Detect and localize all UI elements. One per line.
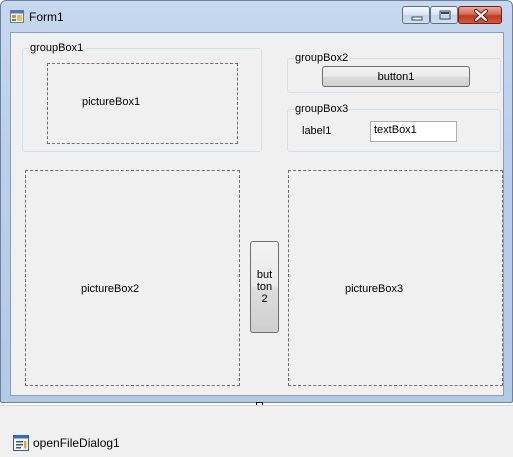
- picturebox-2-label: pictureBox2: [81, 283, 140, 295]
- form-client-area: groupBox1 pictureBox1 groupBox2 button1 …: [10, 32, 504, 396]
- picturebox-2[interactable]: pictureBox2: [25, 170, 240, 386]
- groupbox-3-caption: groupBox3: [294, 102, 350, 116]
- window-title: Form1: [29, 10, 64, 24]
- designer-surface: Form1 groupBox1 pictureBox1 groupBox2 bu…: [0, 0, 513, 457]
- groupbox-2-caption: groupBox2: [294, 51, 350, 65]
- picturebox-1[interactable]: pictureBox1: [47, 63, 238, 144]
- label-1: label1: [302, 125, 332, 137]
- form-window[interactable]: Form1 groupBox1 pictureBox1 groupBox2 bu…: [0, 0, 513, 403]
- tray-component-label: openFileDialog1: [33, 436, 120, 450]
- minimize-button[interactable]: [402, 6, 430, 24]
- maximize-button[interactable]: [430, 6, 458, 24]
- form-app-icon: [10, 10, 24, 23]
- groupbox-1-caption: groupBox1: [29, 41, 85, 55]
- picturebox-3-label: pictureBox3: [345, 283, 404, 295]
- close-icon: [474, 9, 488, 22]
- button-2[interactable]: but ton 2: [250, 241, 279, 333]
- groupbox-3[interactable]: groupBox3 label1 textBox1: [287, 102, 501, 152]
- title-bar[interactable]: Form1: [1, 1, 512, 31]
- component-tray: openFileDialog1: [0, 405, 513, 457]
- button-1[interactable]: button1: [322, 66, 470, 87]
- picturebox-1-label: pictureBox1: [82, 96, 141, 108]
- minimize-icon: [411, 16, 423, 21]
- open-file-dialog-icon: [13, 435, 29, 451]
- groupbox-2[interactable]: groupBox2 button1: [287, 51, 501, 93]
- caption-buttons: [400, 4, 503, 24]
- tray-component-open-file-dialog[interactable]: openFileDialog1: [13, 435, 120, 451]
- picturebox-3[interactable]: pictureBox3: [288, 170, 503, 386]
- textbox-1[interactable]: textBox1: [370, 121, 457, 142]
- groupbox-1[interactable]: groupBox1 pictureBox1: [22, 41, 262, 152]
- maximize-icon: [439, 10, 451, 20]
- button-2-label: but ton 2: [256, 269, 273, 305]
- close-button[interactable]: [458, 6, 502, 24]
